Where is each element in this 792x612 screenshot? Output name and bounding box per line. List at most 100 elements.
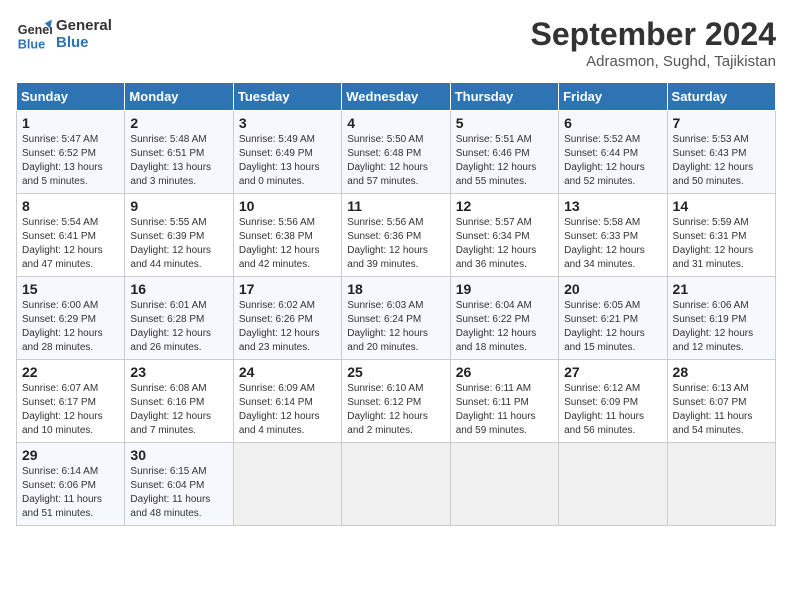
day-info: Sunrise: 5:55 AMSunset: 6:39 PMDaylight:… <box>130 216 227 272</box>
calendar-cell: 11 Sunrise: 5:56 AMSunset: 6:36 PMDayligh… <box>342 194 450 277</box>
day-info: Sunrise: 5:56 AMSunset: 6:36 PMDaylight:… <box>347 216 444 272</box>
day-info: Sunrise: 5:58 AMSunset: 6:33 PMDaylight:… <box>564 216 661 272</box>
day-number: 20 <box>564 281 661 297</box>
day-info: Sunrise: 6:14 AMSunset: 6:06 PMDaylight:… <box>22 465 119 521</box>
day-info: Sunrise: 6:12 AMSunset: 6:09 PMDaylight:… <box>564 382 661 438</box>
day-header-friday: Friday <box>559 83 667 111</box>
week-row-5: 29 Sunrise: 6:14 AMSunset: 6:06 PMDayligh… <box>17 443 776 526</box>
day-info: Sunrise: 5:47 AMSunset: 6:52 PMDaylight:… <box>22 133 119 189</box>
calendar-cell: 6 Sunrise: 5:52 AMSunset: 6:44 PMDaylight… <box>559 111 667 194</box>
calendar-cell: 8 Sunrise: 5:54 AMSunset: 6:41 PMDaylight… <box>17 194 125 277</box>
day-info: Sunrise: 6:03 AMSunset: 6:24 PMDaylight:… <box>347 299 444 355</box>
day-number: 17 <box>239 281 336 297</box>
day-number: 13 <box>564 198 661 214</box>
day-info: Sunrise: 6:13 AMSunset: 6:07 PMDaylight:… <box>673 382 770 438</box>
calendar-cell: 3 Sunrise: 5:49 AMSunset: 6:49 PMDaylight… <box>233 111 341 194</box>
calendar-table: SundayMondayTuesdayWednesdayThursdayFrid… <box>16 82 776 526</box>
calendar-cell: 2 Sunrise: 5:48 AMSunset: 6:51 PMDaylight… <box>125 111 233 194</box>
day-info: Sunrise: 6:15 AMSunset: 6:04 PMDaylight:… <box>130 465 227 521</box>
calendar-cell <box>233 443 341 526</box>
day-number: 11 <box>347 198 444 214</box>
day-number: 25 <box>347 364 444 380</box>
day-info: Sunrise: 6:06 AMSunset: 6:19 PMDaylight:… <box>673 299 770 355</box>
calendar-cell: 22Sunrise: 6:07 AMSunset: 6:17 PMDayligh… <box>17 360 125 443</box>
day-number: 7 <box>673 115 770 131</box>
day-info: Sunrise: 5:54 AMSunset: 6:41 PMDaylight:… <box>22 216 119 272</box>
day-info: Sunrise: 5:48 AMSunset: 6:51 PMDaylight:… <box>130 133 227 189</box>
day-number: 12 <box>456 198 553 214</box>
week-row-1: 1 Sunrise: 5:47 AMSunset: 6:52 PMDaylight… <box>17 111 776 194</box>
day-number: 19 <box>456 281 553 297</box>
day-number: 5 <box>456 115 553 131</box>
week-row-2: 8 Sunrise: 5:54 AMSunset: 6:41 PMDaylight… <box>17 194 776 277</box>
day-number: 6 <box>564 115 661 131</box>
day-number: 15 <box>22 281 119 297</box>
day-number: 14 <box>673 198 770 214</box>
calendar-cell: 25 Sunrise: 6:10 AMSunset: 6:12 PMDayligh… <box>342 360 450 443</box>
day-info: Sunrise: 5:56 AMSunset: 6:38 PMDaylight:… <box>239 216 336 272</box>
days-header-row: SundayMondayTuesdayWednesdayThursdayFrid… <box>17 83 776 111</box>
day-info: Sunrise: 6:04 AMSunset: 6:22 PMDaylight:… <box>456 299 553 355</box>
calendar-cell: 20 Sunrise: 6:05 AMSunset: 6:21 PMDayligh… <box>559 277 667 360</box>
header: General Blue General Blue September 2024… <box>16 16 776 70</box>
day-number: 24 <box>239 364 336 380</box>
calendar-cell: 16 Sunrise: 6:01 AMSunset: 6:28 PMDayligh… <box>125 277 233 360</box>
calendar-cell: 23 Sunrise: 6:08 AMSunset: 6:16 PMDayligh… <box>125 360 233 443</box>
calendar-cell <box>450 443 558 526</box>
calendar-cell: 14 Sunrise: 5:59 AMSunset: 6:31 PMDayligh… <box>667 194 775 277</box>
calendar-cell: 15 Sunrise: 6:00 AMSunset: 6:29 PMDayligh… <box>17 277 125 360</box>
month-title: September 2024 <box>531 16 776 53</box>
day-info: Sunrise: 6:10 AMSunset: 6:12 PMDaylight:… <box>347 382 444 438</box>
calendar-cell: 13 Sunrise: 5:58 AMSunset: 6:33 PMDayligh… <box>559 194 667 277</box>
calendar-cell <box>559 443 667 526</box>
logo-blue: Blue <box>56 34 112 51</box>
day-info: Sunrise: 5:57 AMSunset: 6:34 PMDaylight:… <box>456 216 553 272</box>
day-number: 2 <box>130 115 227 131</box>
day-info: Sunrise: 6:01 AMSunset: 6:28 PMDaylight:… <box>130 299 227 355</box>
calendar-cell: 21 Sunrise: 6:06 AMSunset: 6:19 PMDayligh… <box>667 277 775 360</box>
day-number: 10 <box>239 198 336 214</box>
day-info: Sunrise: 6:09 AMSunset: 6:14 PMDaylight:… <box>239 382 336 438</box>
day-info: Sunrise: 6:11 AMSunset: 6:11 PMDaylight:… <box>456 382 553 438</box>
day-header-tuesday: Tuesday <box>233 83 341 111</box>
day-number: 1 <box>22 115 119 131</box>
calendar-cell: 1 Sunrise: 5:47 AMSunset: 6:52 PMDaylight… <box>17 111 125 194</box>
calendar-cell: 27Sunrise: 6:12 AMSunset: 6:09 PMDayligh… <box>559 360 667 443</box>
calendar-cell: 28Sunrise: 6:13 AMSunset: 6:07 PMDayligh… <box>667 360 775 443</box>
day-info: Sunrise: 6:05 AMSunset: 6:21 PMDaylight:… <box>564 299 661 355</box>
day-number: 3 <box>239 115 336 131</box>
calendar-cell: 12 Sunrise: 5:57 AMSunset: 6:34 PMDayligh… <box>450 194 558 277</box>
day-number: 26 <box>456 364 553 380</box>
day-info: Sunrise: 5:53 AMSunset: 6:43 PMDaylight:… <box>673 133 770 189</box>
calendar-cell <box>667 443 775 526</box>
day-number: 23 <box>130 364 227 380</box>
day-number: 21 <box>673 281 770 297</box>
day-info: Sunrise: 5:52 AMSunset: 6:44 PMDaylight:… <box>564 133 661 189</box>
week-row-4: 22Sunrise: 6:07 AMSunset: 6:17 PMDayligh… <box>17 360 776 443</box>
logo-general: General <box>56 17 112 34</box>
calendar-cell: 10 Sunrise: 5:56 AMSunset: 6:38 PMDayligh… <box>233 194 341 277</box>
calendar-cell: 19 Sunrise: 6:04 AMSunset: 6:22 PMDayligh… <box>450 277 558 360</box>
calendar-cell: 9Sunrise: 5:55 AMSunset: 6:39 PMDaylight… <box>125 194 233 277</box>
calendar-cell: 24 Sunrise: 6:09 AMSunset: 6:14 PMDayligh… <box>233 360 341 443</box>
day-info: Sunrise: 5:59 AMSunset: 6:31 PMDaylight:… <box>673 216 770 272</box>
day-info: Sunrise: 5:51 AMSunset: 6:46 PMDaylight:… <box>456 133 553 189</box>
calendar-cell: 29 Sunrise: 6:14 AMSunset: 6:06 PMDayligh… <box>17 443 125 526</box>
day-info: Sunrise: 6:07 AMSunset: 6:17 PMDaylight:… <box>22 382 119 438</box>
calendar-cell: 4Sunrise: 5:50 AMSunset: 6:48 PMDaylight… <box>342 111 450 194</box>
day-info: Sunrise: 6:08 AMSunset: 6:16 PMDaylight:… <box>130 382 227 438</box>
day-header-monday: Monday <box>125 83 233 111</box>
day-number: 30 <box>130 447 227 463</box>
day-number: 18 <box>347 281 444 297</box>
week-row-3: 15 Sunrise: 6:00 AMSunset: 6:29 PMDayligh… <box>17 277 776 360</box>
calendar-cell: 7 Sunrise: 5:53 AMSunset: 6:43 PMDaylight… <box>667 111 775 194</box>
day-number: 8 <box>22 198 119 214</box>
day-header-saturday: Saturday <box>667 83 775 111</box>
calendar-cell: 30 Sunrise: 6:15 AMSunset: 6:04 PMDayligh… <box>125 443 233 526</box>
day-info: Sunrise: 5:49 AMSunset: 6:49 PMDaylight:… <box>239 133 336 189</box>
day-info: Sunrise: 6:00 AMSunset: 6:29 PMDaylight:… <box>22 299 119 355</box>
day-number: 29 <box>22 447 119 463</box>
calendar-cell: 26 Sunrise: 6:11 AMSunset: 6:11 PMDayligh… <box>450 360 558 443</box>
day-number: 16 <box>130 281 227 297</box>
logo: General Blue General Blue <box>16 16 112 52</box>
